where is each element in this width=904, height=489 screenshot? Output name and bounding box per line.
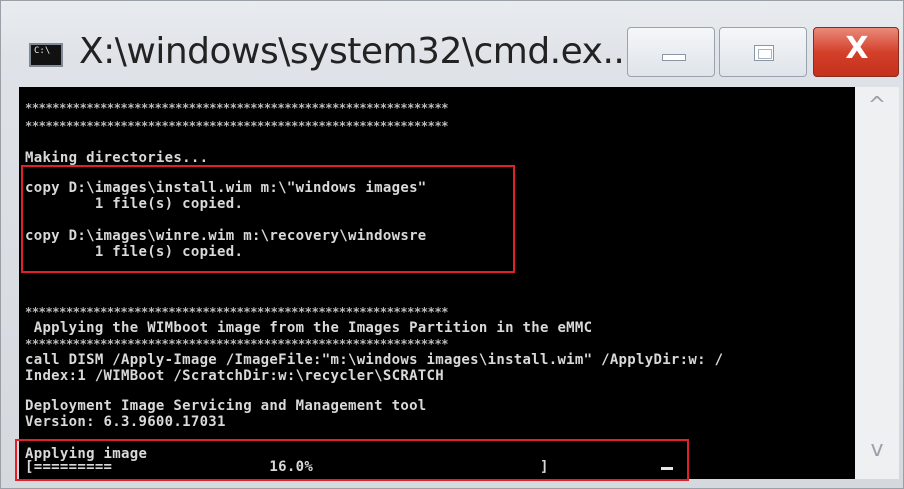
maximize-icon [754,45,774,61]
console-line: Making directories... [25,150,209,166]
cmd-icon-glyph: C:\ [34,46,51,56]
title-bar[interactable]: C:\ X:\windows\system32\cmd.ex... X [1,1,904,85]
highlight-progress [15,439,689,481]
console-output[interactable]: ****************************************… [19,87,855,479]
window-title: X:\windows\system32\cmd.ex... [79,31,636,72]
highlight-copy-commands [21,165,515,273]
console-line: Applying the WIMboot image from the Imag… [25,320,593,336]
console-line: call DISM /Apply-Image /ImageFile:"m:\wi… [25,352,724,368]
close-button[interactable]: X [813,27,899,77]
console-line: Version: 6.3.9600.17031 [25,414,226,430]
console-separator: ****************************************… [25,119,449,133]
console-line: Deployment Image Servicing and Managemen… [25,398,427,414]
console-line: Index:1 /WIMBoot /ScratchDir:w:\recycler… [25,368,444,384]
cmd-icon[interactable]: C:\ [29,43,63,67]
close-icon: X [845,31,869,66]
maximize-button[interactable] [719,27,807,77]
minimize-icon [662,54,686,61]
console-separator: ****************************************… [25,101,449,115]
console-separator: ****************************************… [25,337,449,351]
cmd-window: C:\ X:\windows\system32\cmd.ex... X ****… [0,0,904,489]
minimize-button[interactable] [627,27,715,77]
console-separator: ****************************************… [25,305,449,319]
scroll-up-icon[interactable]: ^ [855,93,899,129]
scroll-down-icon[interactable]: v [855,437,899,473]
vertical-scrollbar[interactable]: ^ v [855,87,899,479]
